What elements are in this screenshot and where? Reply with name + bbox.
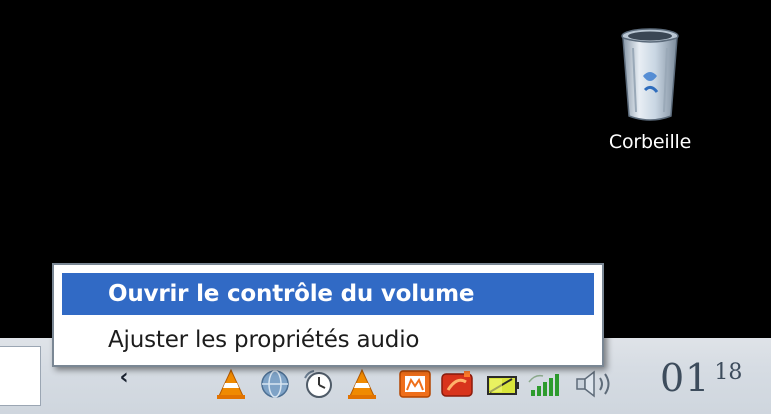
red-app-icon[interactable] — [440, 368, 474, 400]
recycle-bin-icon — [621, 28, 679, 121]
recycle-bin-shortcut[interactable]: Corbeille — [594, 18, 706, 168]
taskbar-input-field[interactable] — [0, 346, 41, 406]
vlc-cone-icon[interactable] — [214, 368, 248, 400]
vlc-cone-icon[interactable] — [345, 368, 379, 400]
clock-hours: 01 — [660, 356, 711, 400]
wifi-signal-icon[interactable] — [528, 368, 562, 400]
menu-item-open-volume-control[interactable]: Ouvrir le contrôle du volume — [62, 273, 594, 315]
volume-context-menu: Ouvrir le contrôle du volume Ajuster les… — [52, 263, 604, 367]
menu-item-adjust-audio-properties[interactable]: Ajuster les propriétés audio — [62, 319, 594, 361]
clock-app-icon[interactable] — [302, 368, 336, 400]
battery-power-icon[interactable] — [486, 368, 520, 400]
show-hidden-icons-chevron-icon[interactable]: ‹ — [111, 363, 137, 393]
network-globe-icon[interactable] — [258, 368, 292, 400]
clock-minutes: 18 — [714, 360, 743, 385]
desktop: Corbeille ‹ 01 18 Ouvrir le contrôle du … — [0, 0, 771, 414]
messenger-icon[interactable] — [398, 368, 432, 400]
taskbar-clock[interactable]: 01 18 — [660, 356, 742, 406]
volume-speaker-icon[interactable] — [574, 368, 618, 400]
recycle-bin-label: Corbeille — [608, 131, 692, 153]
